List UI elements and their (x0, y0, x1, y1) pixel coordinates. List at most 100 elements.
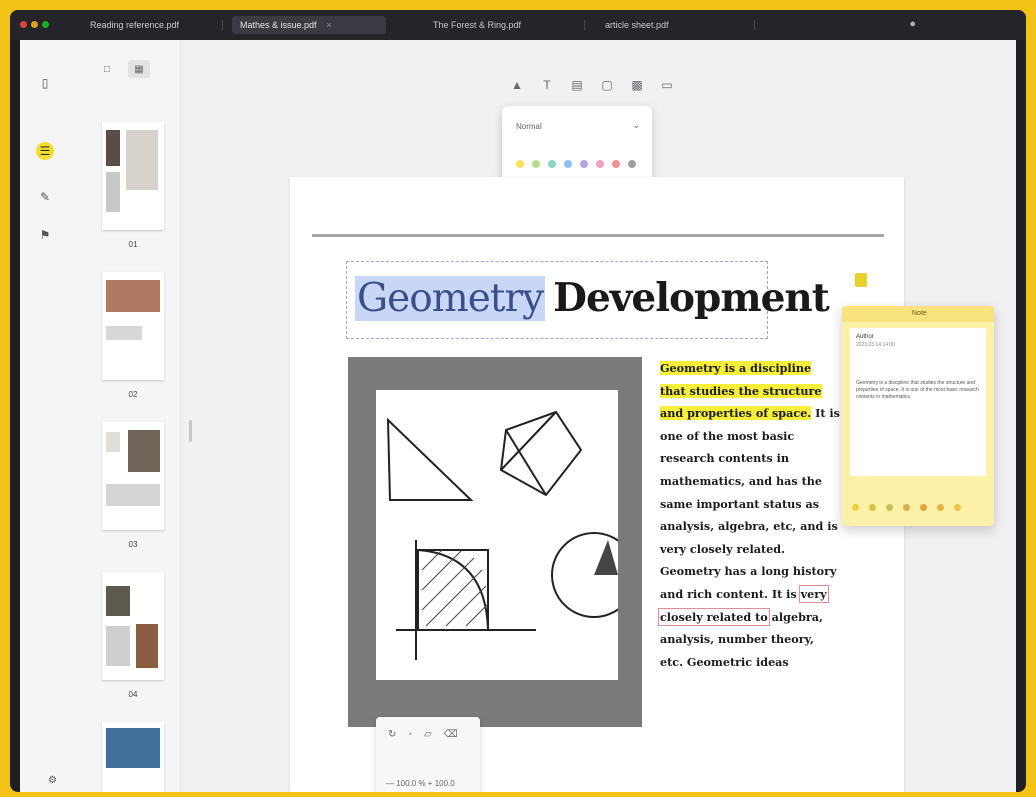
thumbnail-page-1[interactable] (102, 122, 164, 230)
settings-icon[interactable]: ⚙ (48, 775, 57, 786)
chevron-down-icon[interactable]: ⌄ (632, 120, 640, 131)
color-swatch[interactable] (612, 160, 620, 168)
tab-bar: Reading reference.pdf Mathes & issue.pdf… (10, 10, 1026, 40)
color-swatch[interactable] (903, 504, 910, 511)
image-toolbar: ↻ ◦ ▱ ⌫ — 100.0 % + 100.0 (376, 717, 480, 792)
text-box-icon[interactable]: ▤ (568, 76, 586, 94)
page-title: Geometry Development (355, 274, 830, 323)
thumbnail-page-3[interactable] (102, 422, 164, 530)
geometry-figure[interactable] (348, 357, 642, 727)
color-swatch[interactable] (852, 504, 859, 511)
image-icon[interactable]: ▩ (628, 76, 646, 94)
tab-separator (222, 20, 223, 30)
tab-active-document[interactable]: Mathes & issue.pdf × (232, 16, 386, 34)
thumbnail-image (106, 130, 120, 166)
image-toolbar-buttons: ↻ ◦ ▱ ⌫ (388, 729, 458, 740)
outline-icon[interactable]: ☰ (36, 142, 54, 160)
sticky-note-title: Note (912, 310, 927, 317)
note-date: 2023.03.14 14:00 (856, 342, 895, 348)
sticky-note-body[interactable]: Author 2023.03.14 14:00 Geometry is a di… (850, 328, 986, 476)
grid-view-icon[interactable]: ▦ (128, 60, 150, 78)
paragraph-text: It is one of the most basic research con… (660, 406, 840, 601)
color-swatch[interactable] (532, 160, 540, 168)
tab-forest-ring[interactable]: The Forest & Ring.pdf (433, 16, 521, 34)
color-swatch[interactable] (628, 160, 636, 168)
annotation-icon[interactable]: ✎ (36, 188, 54, 206)
thumbnail-panel: □ ▦ 01 02 03 04 (70, 40, 181, 792)
color-swatch[interactable] (516, 160, 524, 168)
title-word: Development (553, 275, 830, 321)
rotate-icon[interactable]: ↻ (388, 729, 396, 740)
thumbnail-text (106, 326, 142, 340)
thumbnail-image (106, 728, 160, 768)
delete-icon[interactable]: ⌫ (444, 729, 458, 740)
highlighted-text[interactable]: Geometry is a discipline that studies th… (660, 361, 822, 421)
color-swatch[interactable] (548, 160, 556, 168)
page-number-4: 04 (128, 690, 138, 699)
tab-article-sheet[interactable]: article sheet.pdf (605, 16, 669, 34)
thumbnail-page-5[interactable] (102, 722, 164, 792)
thumbnail-image (106, 626, 130, 666)
thumbnail-image (106, 280, 160, 312)
page-number-3: 03 (128, 540, 138, 549)
maximize-window-button[interactable] (42, 21, 49, 28)
thumbnail-image (106, 586, 130, 616)
panel-resize-handle[interactable] (189, 420, 192, 442)
app-window: Reading reference.pdf Mathes & issue.pdf… (10, 10, 1026, 792)
tab-separator (754, 20, 755, 30)
blend-mode-label[interactable]: Normal (516, 122, 542, 131)
tab-label: Mathes & issue.pdf (240, 20, 317, 30)
sidebar-toggle-icon[interactable]: ▯ (36, 74, 54, 92)
thumbnail-image (106, 432, 120, 452)
color-swatch[interactable] (596, 160, 604, 168)
user-icon[interactable]: ● (909, 18, 916, 30)
thumbnail-image (126, 130, 158, 190)
tab-separator (584, 20, 585, 30)
color-swatch[interactable] (954, 504, 961, 511)
window-controls (20, 21, 49, 28)
title-highlighted-word[interactable]: Geometry (355, 276, 546, 321)
color-swatch[interactable] (580, 160, 588, 168)
color-swatch[interactable] (886, 504, 893, 511)
thumbnail-image (136, 624, 158, 668)
thumbnail-page-2[interactable] (102, 272, 164, 380)
color-swatch[interactable] (920, 504, 927, 511)
note-marker-icon[interactable] (855, 273, 867, 287)
thumbnail-text (106, 484, 160, 506)
color-swatch[interactable] (937, 504, 944, 511)
note-author: Author (856, 334, 874, 340)
thumbnail-image (128, 430, 160, 472)
minimize-window-button[interactable] (31, 21, 38, 28)
single-page-icon[interactable]: □ (96, 60, 118, 78)
replace-icon[interactable]: ▱ (424, 729, 432, 740)
article-text: Geometry is a discipline that studies th… (658, 357, 840, 673)
bookmark-icon[interactable]: ⚑ (36, 226, 54, 244)
figure-drawing (376, 390, 637, 680)
sticky-note-header[interactable]: Note (842, 306, 994, 322)
annotation-toolbar: ▲ T ▤ ▢ ▩ ▭ (508, 76, 676, 94)
sticky-note[interactable]: Note Author 2023.03.14 14:00 Geometry is… (842, 306, 994, 526)
text-icon[interactable]: T (538, 76, 556, 94)
geometry-sketch (386, 410, 637, 660)
color-swatches (516, 160, 636, 168)
stamp-icon[interactable]: ▭ (658, 76, 676, 94)
thumbnail-text (106, 172, 120, 212)
thumbnail-toolbar: □ ▦ (96, 60, 150, 78)
divider (312, 234, 884, 237)
shape-icon[interactable]: ▢ (598, 76, 616, 94)
zoom-readout[interactable]: — 100.0 % + 100.0 (386, 779, 455, 788)
color-swatch[interactable] (869, 504, 876, 511)
left-rail: ▯ ☰ ✎ ⚑ ⚙ (20, 40, 71, 792)
page-number-2: 02 (128, 390, 138, 399)
tab-reading-reference[interactable]: Reading reference.pdf (90, 16, 179, 34)
highlight-icon[interactable]: ▲ (508, 76, 526, 94)
document-page: Geometry Development Geometry is a disci… (290, 177, 904, 792)
color-swatch[interactable] (564, 160, 572, 168)
crop-icon[interactable]: ◦ (408, 729, 412, 740)
workspace: ▯ ☰ ✎ ⚑ ⚙ □ ▦ 01 02 03 04 ▲ T ▤ ▢ ▩ ▭ No… (20, 40, 1016, 792)
tab-close-icon[interactable]: × (327, 20, 332, 30)
close-window-button[interactable] (20, 21, 27, 28)
note-text[interactable]: Geometry is a discipline that studies th… (856, 380, 980, 401)
note-color-swatches (852, 504, 961, 511)
thumbnail-page-4[interactable] (102, 572, 164, 680)
